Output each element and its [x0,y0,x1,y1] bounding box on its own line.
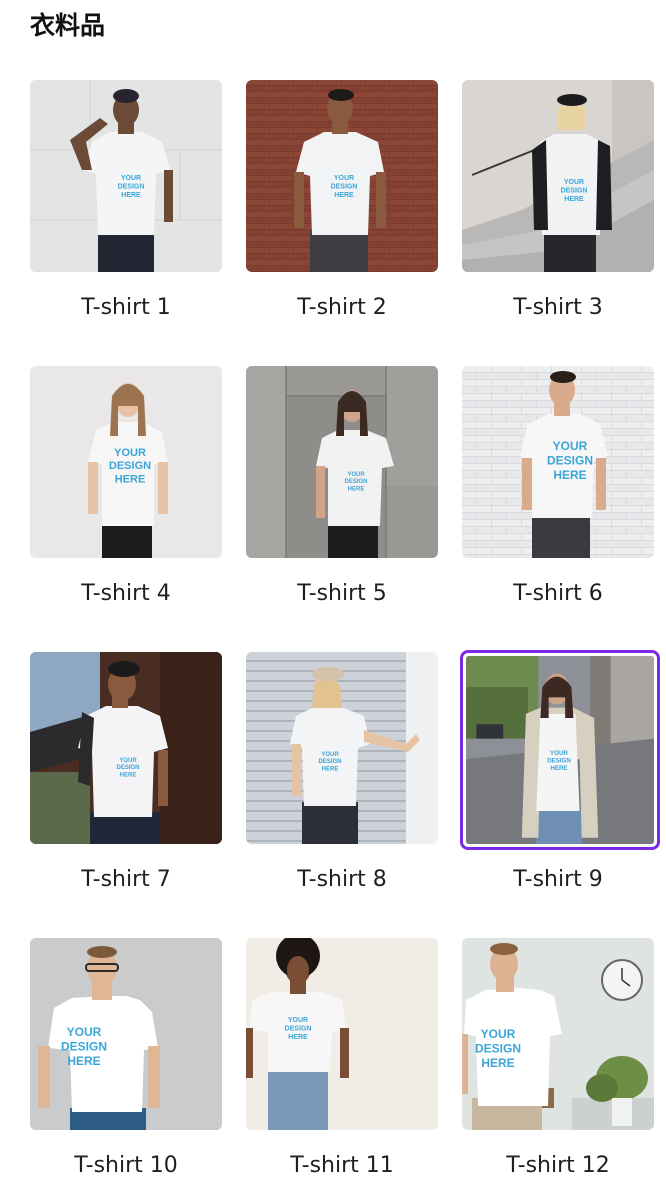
mockup-label: T-shirt 10 [74,1153,178,1178]
mockup-label: T-shirt 2 [297,295,387,320]
print-text: YOUR DESIGN HERE [116,758,139,778]
mockup-label: T-shirt 9 [513,867,603,892]
mockup-label: T-shirt 6 [513,581,603,606]
mockup-label: T-shirt 5 [297,581,387,606]
print-text: YOUR DESIGN HERE [561,179,588,203]
print-text: YOUR DESIGN HERE [285,1017,312,1041]
mockup-thumbnail[interactable]: YOUR DESIGN HERE [30,652,222,844]
mockup-card-tshirt-4[interactable]: YOUR DESIGN HERE T-shirt 4 [30,366,222,626]
mockup-thumbnail[interactable]: YOUR DESIGN HERE [30,366,222,558]
mockup-thumbnail[interactable]: YOUR DESIGN HERE [462,938,654,1130]
mockup-grid: YOUR DESIGN HERE T-shirt 1 YOUR DESIGN H… [0,0,666,1186]
mockup-thumbnail[interactable]: YOUR DESIGN HERE [246,938,438,1130]
mockup-label: T-shirt 8 [297,867,387,892]
mockup-label: T-shirt 11 [290,1153,394,1178]
mockup-card-tshirt-2[interactable]: YOUR DESIGN HERE T-shirt 2 [246,80,438,340]
mockup-label: T-shirt 7 [81,867,171,892]
mockup-card-tshirt-9[interactable]: YOUR DESIGN HERE T-shirt 9 [460,650,660,912]
mockup-card-tshirt-10[interactable]: YOUR DESIGN HERE T-shirt 10 [30,938,222,1198]
print-text: YOUR DESIGN HERE [344,472,367,492]
mockup-card-tshirt-12[interactable]: YOUR DESIGN HERE T-shirt 12 [462,938,654,1198]
mockup-thumbnail[interactable]: YOUR DESIGN HERE [460,650,660,850]
mockup-thumbnail[interactable]: YOUR DESIGN HERE [30,80,222,272]
mockup-thumbnail[interactable]: YOUR DESIGN HERE [246,80,438,272]
print-text: YOUR DESIGN HERE [109,447,151,485]
print-text: YOUR DESIGN HERE [118,175,145,199]
mockup-thumbnail[interactable]: YOUR DESIGN HERE [462,366,654,558]
mockup-thumbnail[interactable]: YOUR DESIGN HERE [246,366,438,558]
mockup-thumbnail[interactable]: YOUR DESIGN HERE [246,652,438,844]
mockup-card-tshirt-1[interactable]: YOUR DESIGN HERE T-shirt 1 [30,80,222,340]
print-text: YOUR DESIGN HERE [61,1025,107,1068]
mockup-card-tshirt-5[interactable]: YOUR DESIGN HERE T-shirt 5 [246,366,438,626]
mockup-card-tshirt-8[interactable]: YOUR DESIGN HERE T-shirt 8 [246,652,438,912]
mockup-label: T-shirt 1 [81,295,171,320]
mockup-label: T-shirt 12 [506,1153,610,1178]
print-text: YOUR DESIGN HERE [318,752,341,772]
mockup-label: T-shirt 4 [81,581,171,606]
print-text: YOUR DESIGN HERE [547,439,593,482]
mockup-label: T-shirt 3 [513,295,603,320]
mockup-thumbnail[interactable]: YOUR DESIGN HERE [30,938,222,1130]
print-text: YOUR DESIGN HERE [475,1027,521,1070]
mockup-card-tshirt-3[interactable]: YOUR DESIGN HERE T-shirt 3 [462,80,654,340]
print-text: YOUR DESIGN HERE [331,175,358,199]
mockup-thumbnail[interactable]: YOUR DESIGN HERE [462,80,654,272]
mockup-card-tshirt-11[interactable]: YOUR DESIGN HERE T-shirt 11 [246,938,438,1198]
mockup-card-tshirt-6[interactable]: YOUR DESIGN HERE T-shirt 6 [462,366,654,626]
mockup-card-tshirt-7[interactable]: YOUR DESIGN HERE T-shirt 7 [30,652,222,912]
